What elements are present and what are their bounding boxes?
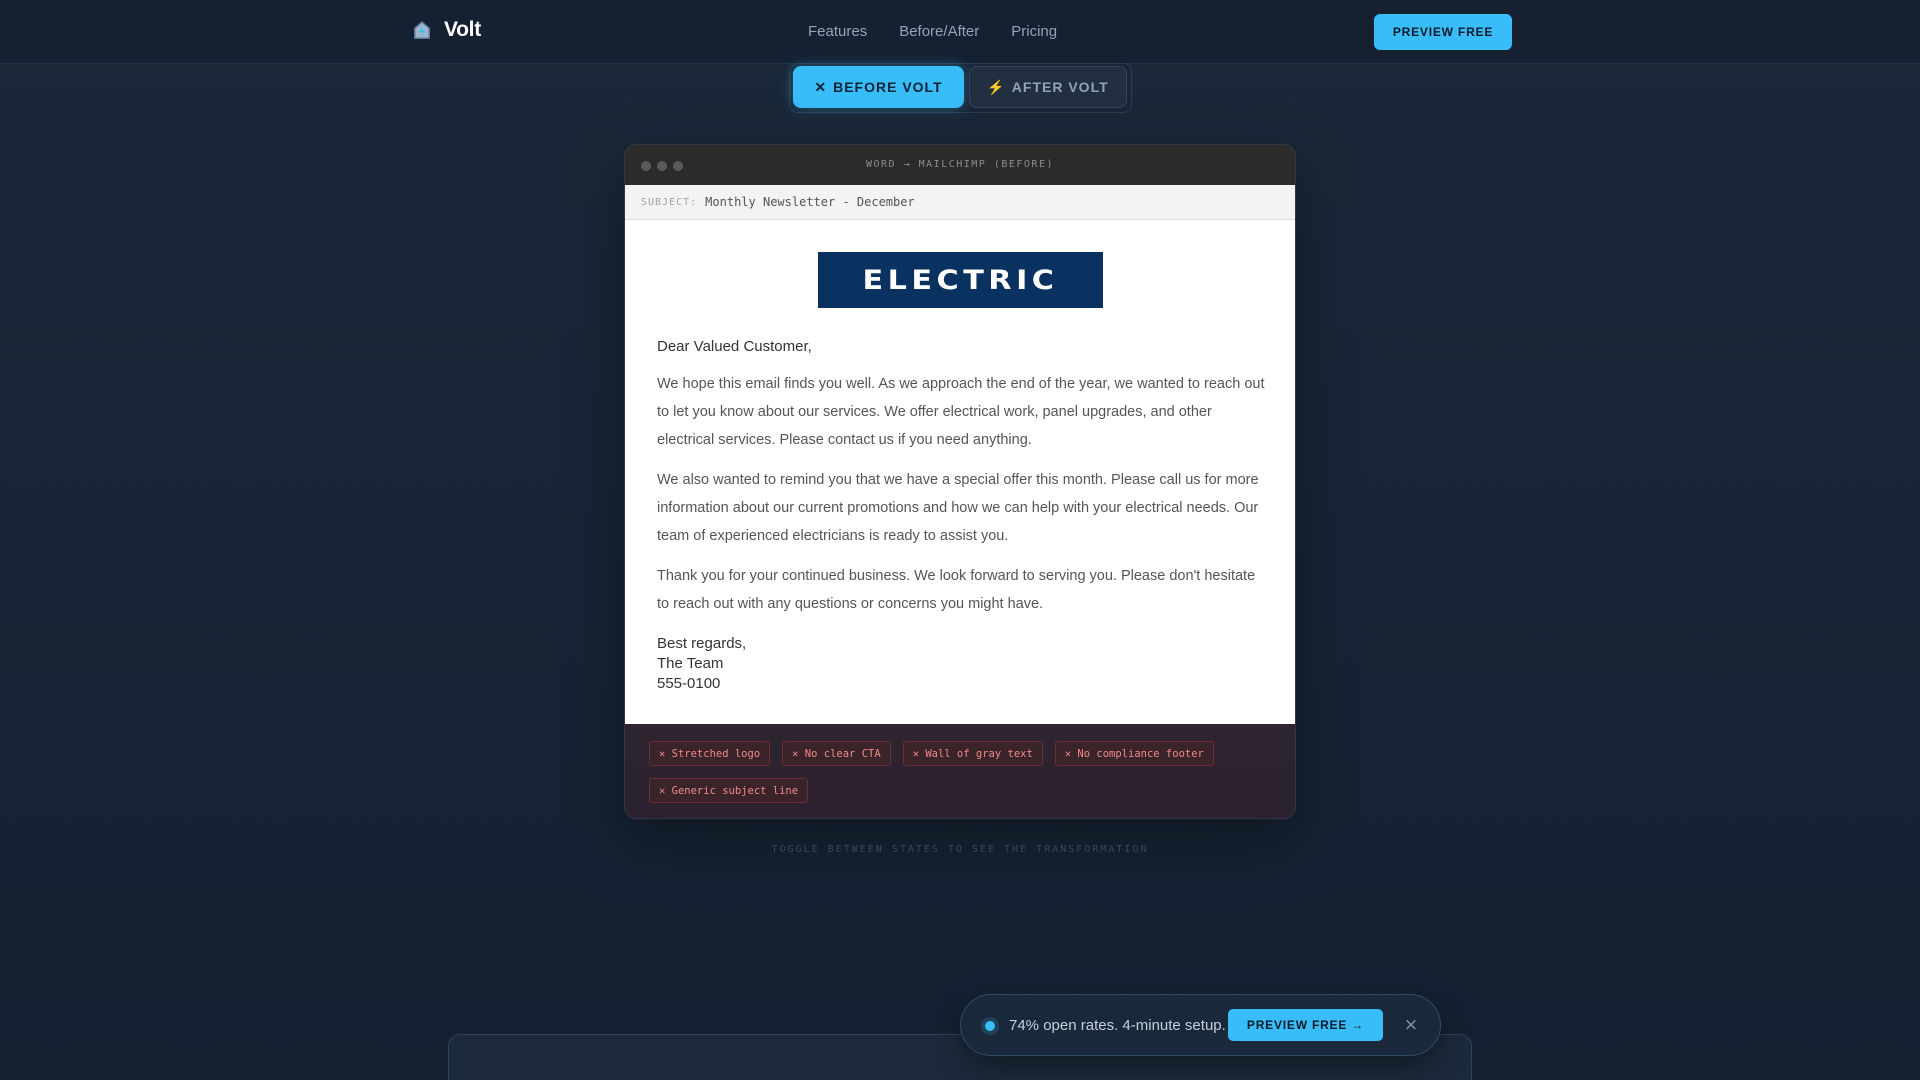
nav-links: Features Before/After Pricing	[808, 23, 1057, 40]
brand[interactable]: Volt	[412, 18, 481, 42]
issue-tag: ✕ No clear CTA	[782, 741, 891, 766]
email-greeting: Dear Valued Customer,	[657, 338, 812, 355]
issue-tag: ✕ Wall of gray text	[902, 741, 1043, 766]
subject-bar: SUBJECT: Monthly Newsletter - December	[625, 185, 1295, 220]
floating-preview-free-button[interactable]: PREVIEW FREE →	[1228, 1009, 1383, 1041]
subject-label: SUBJECT:	[641, 196, 698, 208]
signoff-team: The Team	[657, 655, 724, 672]
issue-tag: ✕ Stretched logo	[649, 741, 771, 766]
issue-tags: ✕ Stretched logo ✕ No clear CTA ✕ Wall o…	[625, 724, 1295, 818]
signoff-line: Best regards,	[657, 635, 747, 652]
lightning-icon: ⚡	[987, 78, 1006, 95]
issue-tag: ✕ Generic subject line	[649, 778, 809, 803]
floating-bar-text: 74% open rates. 4-minute setup.	[1009, 1017, 1226, 1034]
email-paragraph-3: Thank you for your continued business. W…	[657, 568, 1256, 612]
after-volt-tab[interactable]: ⚡ AFTER VOLT	[969, 66, 1127, 108]
email-body: ELECTRIC Dear Valued Customer, We hope t…	[625, 220, 1295, 724]
brand-name: Volt	[444, 18, 481, 41]
nav-link-features[interactable]: Features	[808, 23, 867, 40]
toggle-hint: TOGGLE BETWEEN STATES TO SEE THE TRANSFO…	[771, 844, 1149, 855]
nav-link-pricing[interactable]: Pricing	[1011, 23, 1057, 40]
signoff-phone: 555-0100	[657, 675, 721, 692]
email-preview-window: WORD → MAILCHIMP (BEFORE) SUBJECT: Month…	[624, 144, 1296, 819]
before-after-toggle: ✕ BEFORE VOLT ⚡ AFTER VOLT	[789, 63, 1132, 113]
email-paragraph-1: We hope this email finds you well. As we…	[657, 376, 1265, 448]
logo-text: ELECTRIC	[862, 264, 1059, 296]
preview-free-button[interactable]: PREVIEW FREE	[1374, 14, 1512, 50]
window-title: WORD → MAILCHIMP (BEFORE)	[865, 159, 1054, 170]
email-signoff: Best regards, The Team 555-0100	[657, 634, 746, 694]
window-titlebar: WORD → MAILCHIMP (BEFORE)	[625, 145, 1295, 185]
status-dot-icon	[985, 1021, 995, 1031]
issue-tag: ✕ No compliance footer	[1054, 741, 1214, 766]
after-volt-label: AFTER VOLT	[1011, 79, 1109, 95]
close-icon: ✕	[814, 78, 828, 95]
stretched-logo: ELECTRIC	[818, 252, 1103, 308]
house-bolt-icon	[414, 21, 430, 39]
top-nav: Volt Features Before/After Pricing PREVI…	[0, 0, 1920, 64]
nav-link-before-after[interactable]: Before/After	[899, 23, 979, 40]
floating-cta-bar: 74% open rates. 4-minute setup. PREVIEW …	[960, 994, 1441, 1056]
before-volt-label: BEFORE VOLT	[833, 79, 943, 95]
email-paragraph-2: We also wanted to remind you that we hav…	[657, 472, 1259, 544]
before-volt-tab[interactable]: ✕ BEFORE VOLT	[793, 66, 964, 108]
subject-value: Monthly Newsletter - December	[705, 195, 915, 209]
close-icon[interactable]: ×	[1401, 1013, 1421, 1037]
